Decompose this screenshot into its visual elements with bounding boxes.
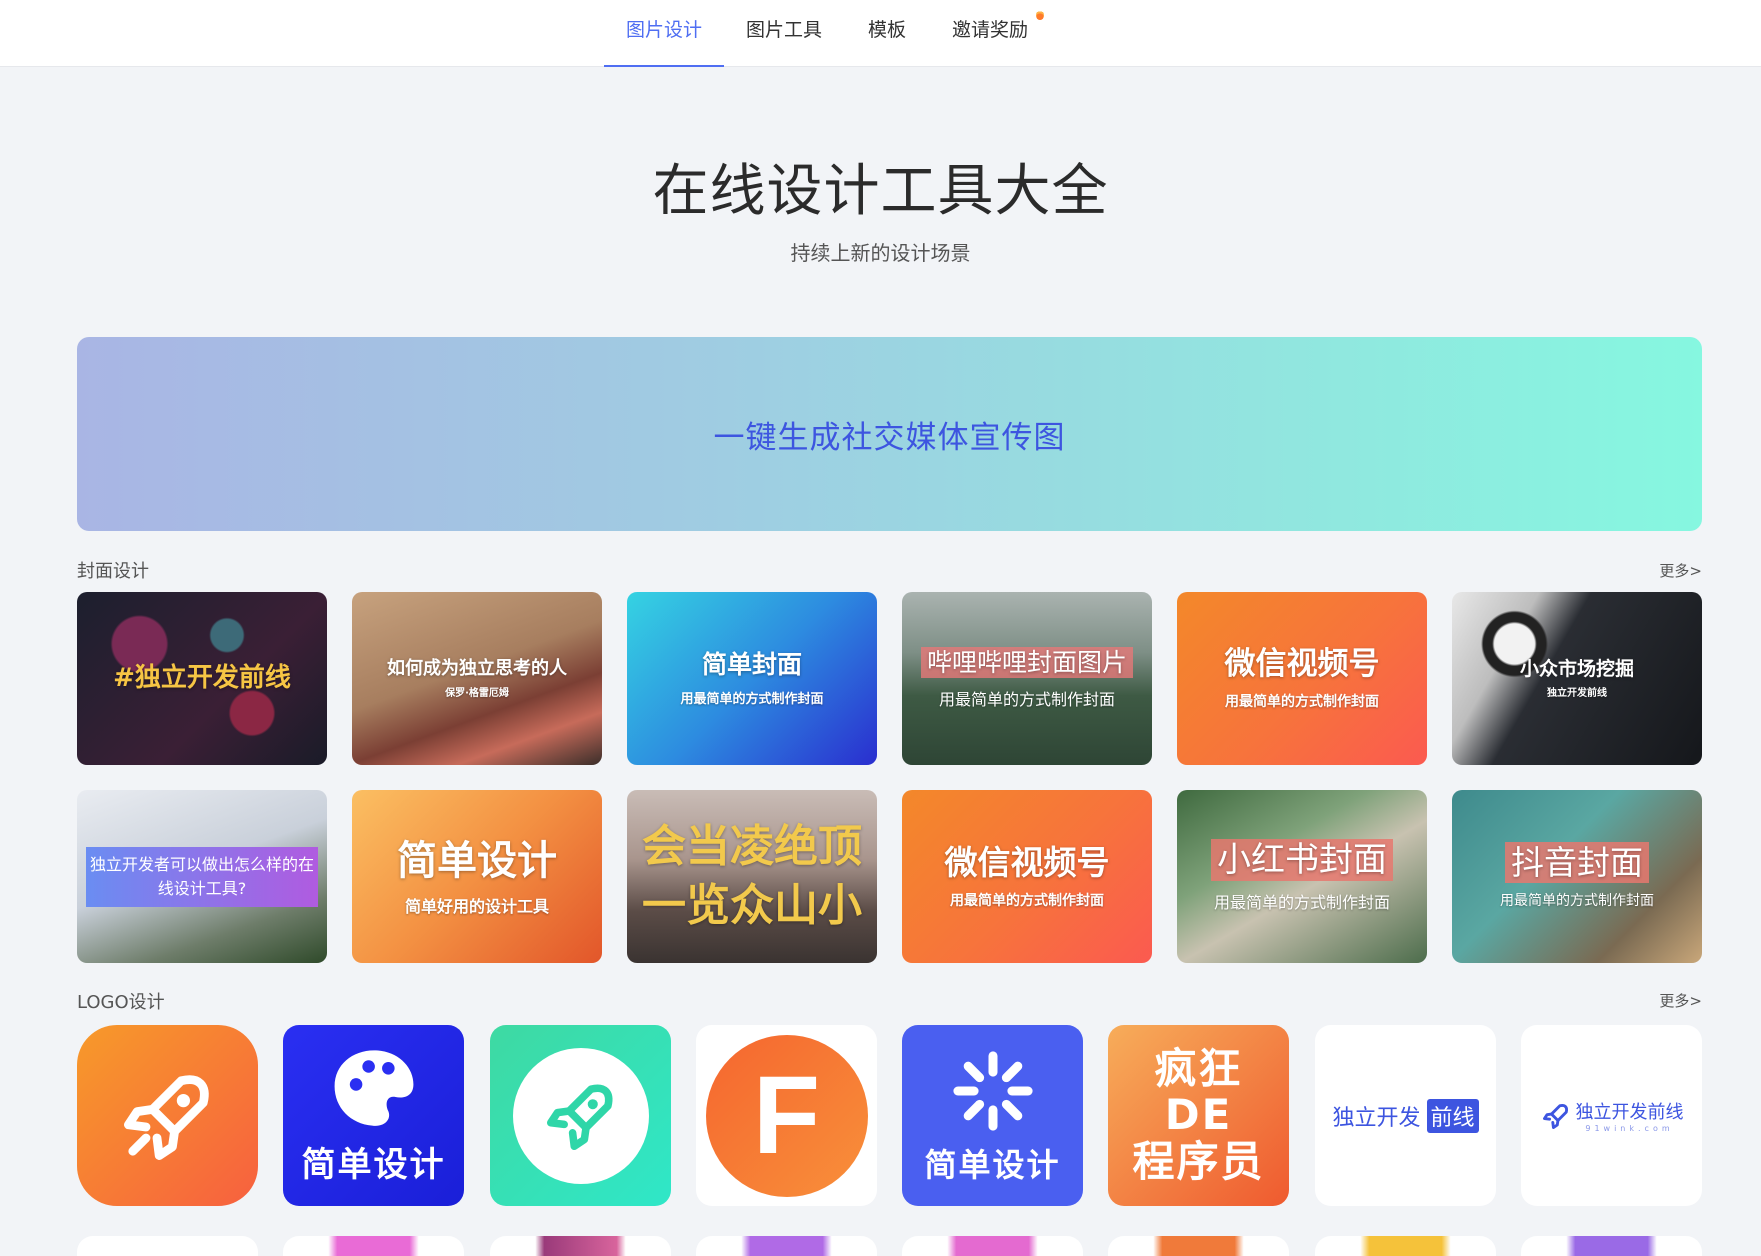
top-nav: 图片设计 图片工具 模板 邀请奖励 — [0, 0, 1761, 67]
logo-card-peek[interactable] — [1315, 1236, 1496, 1256]
logo-card-peek[interactable] — [1521, 1236, 1702, 1256]
logo-text: 简单设计 — [301, 1145, 446, 1185]
nav-tab-image-design[interactable]: 图片设计 — [604, 0, 724, 67]
logo-card-peek[interactable] — [902, 1236, 1083, 1256]
cover-card[interactable]: 简单设计 简单好用的设计工具 — [352, 790, 602, 963]
logo-text-line: 程序员 — [1132, 1136, 1265, 1186]
cover-card[interactable]: 微信视频号 用最简单的方式制作封面 — [1177, 592, 1427, 765]
card-title: #独立开发前线 — [113, 662, 291, 693]
card-subtitle: 独立开发前线 — [1547, 688, 1607, 700]
cover-card[interactable]: 小众市场挖掘 独立开发前线 — [1452, 592, 1702, 765]
logo-subtext: 91wink.com — [1585, 1124, 1674, 1133]
logo-text-line: DE — [1164, 1090, 1233, 1140]
logo-card[interactable]: 独立开发 前线 — [1315, 1025, 1496, 1206]
logo-text: 独立开发 — [1332, 1105, 1421, 1131]
card-title: 抖音封面 — [1505, 841, 1649, 883]
card-title: 会当凌绝顶 — [642, 820, 862, 872]
sparkle-icon — [952, 1050, 1033, 1131]
card-subtitle: 简单好用的设计工具 — [404, 896, 549, 916]
nav-tab-label: 模板 — [867, 19, 906, 41]
logo-card[interactable]: 简单设计 — [902, 1025, 1083, 1206]
cover-more-link[interactable]: 更多> — [1659, 560, 1702, 581]
page-title: 在线设计工具大全 — [652, 159, 1109, 224]
logo-card[interactable] — [77, 1025, 258, 1206]
nav-tab-label: 邀请奖励 — [951, 19, 1028, 41]
logo-card[interactable]: 疯狂 DE 程序员 — [1108, 1025, 1289, 1206]
card-title: 独立开发者可以做出怎么样的在线设计工具? — [86, 846, 318, 907]
logo-card-peek[interactable] — [696, 1236, 877, 1256]
logo-card[interactable]: 简单设计 — [283, 1025, 464, 1206]
logo-card[interactable] — [490, 1025, 671, 1206]
card-title: 微信视频号 — [1224, 645, 1380, 682]
nav-tab-label: 图片设计 — [625, 19, 702, 41]
logo-text: 独立开发前线 — [1575, 1102, 1684, 1123]
cover-card[interactable]: 会当凌绝顶 一览众山小 — [627, 790, 877, 963]
cover-card[interactable]: 独立开发者可以做出怎么样的在线设计工具? — [77, 790, 327, 963]
logo-text-line: 疯狂 — [1154, 1044, 1243, 1094]
card-title: 简单封面 — [701, 650, 802, 679]
card-title: 如何成为独立思考的人 — [387, 658, 567, 680]
card-subtitle: 用最简单的方式制作封面 — [1500, 893, 1654, 910]
cover-card[interactable]: 简单封面 用最简单的方式制作封面 — [627, 592, 877, 765]
logo-text: 简单设计 — [924, 1145, 1061, 1184]
card-subtitle: 用最简单的方式制作封面 — [950, 893, 1104, 910]
logo-section-title: LOGO设计 — [77, 992, 165, 1013]
nav-tab-label: 图片工具 — [745, 19, 822, 41]
card-title: 小红书封面 — [1211, 839, 1393, 882]
card-subtitle: 用最简单的方式制作封面 — [938, 689, 1115, 709]
nav-tab-invite-rewards[interactable]: 邀请奖励 — [946, 0, 1044, 67]
logo-highlight: 前线 — [1426, 1098, 1479, 1133]
logo-card-peek[interactable] — [283, 1236, 464, 1256]
card-title: 哔哩哔哩封面图片 — [920, 646, 1133, 678]
cover-card[interactable]: 抖音封面 用最简单的方式制作封面 — [1452, 790, 1702, 963]
card-subtitle: 用最简单的方式制作封面 — [1213, 892, 1390, 912]
rocket-icon — [1542, 1103, 1568, 1129]
letter-f-icon: F — [752, 1053, 821, 1177]
palette-icon — [334, 1050, 413, 1126]
cover-card[interactable]: 小红书封面 用最简单的方式制作封面 — [1177, 790, 1427, 963]
logo-card-peek[interactable] — [77, 1236, 258, 1256]
cover-card[interactable]: 哔哩哔哩封面图片 用最简单的方式制作封面 — [902, 592, 1152, 765]
nav-tab-templates[interactable]: 模板 — [860, 0, 914, 67]
rocket-icon — [546, 1084, 612, 1150]
logo-card[interactable]: 独立开发前线 91wink.com — [1521, 1025, 1702, 1206]
logo-card[interactable]: F — [696, 1025, 877, 1206]
card-subtitle: 用最简单的方式制作封面 — [1225, 694, 1379, 711]
card-title: 微信视频号 — [944, 842, 1110, 882]
cover-card[interactable]: 微信视频号 用最简单的方式制作封面 — [902, 790, 1152, 963]
logo-card-peek[interactable] — [490, 1236, 671, 1256]
card-title: 小众市场挖掘 — [1519, 657, 1634, 680]
cover-card[interactable]: 如何成为独立思考的人 保罗·格雷厄姆 — [352, 592, 602, 765]
fire-icon — [1036, 10, 1044, 20]
card-subtitle: 一览众山小 — [642, 879, 862, 931]
banner-label: 一键生成社交媒体宣传图 — [713, 419, 1066, 456]
cover-card[interactable]: #独立开发前线 — [77, 592, 327, 765]
logo-more-link[interactable]: 更多> — [1659, 990, 1702, 1011]
cover-section-title: 封面设计 — [77, 561, 149, 582]
logo-card-peek[interactable] — [1108, 1236, 1289, 1256]
card-subtitle: 保罗·格雷厄姆 — [445, 687, 509, 699]
nav-tab-image-tools[interactable]: 图片工具 — [740, 0, 828, 67]
page-subtitle: 持续上新的设计场景 — [790, 241, 971, 265]
card-subtitle: 用最简单的方式制作封面 — [680, 692, 824, 707]
rocket-icon — [123, 1074, 209, 1160]
social-media-banner[interactable]: 一键生成社交媒体宣传图 — [77, 337, 1702, 531]
card-title: 简单设计 — [397, 837, 557, 884]
